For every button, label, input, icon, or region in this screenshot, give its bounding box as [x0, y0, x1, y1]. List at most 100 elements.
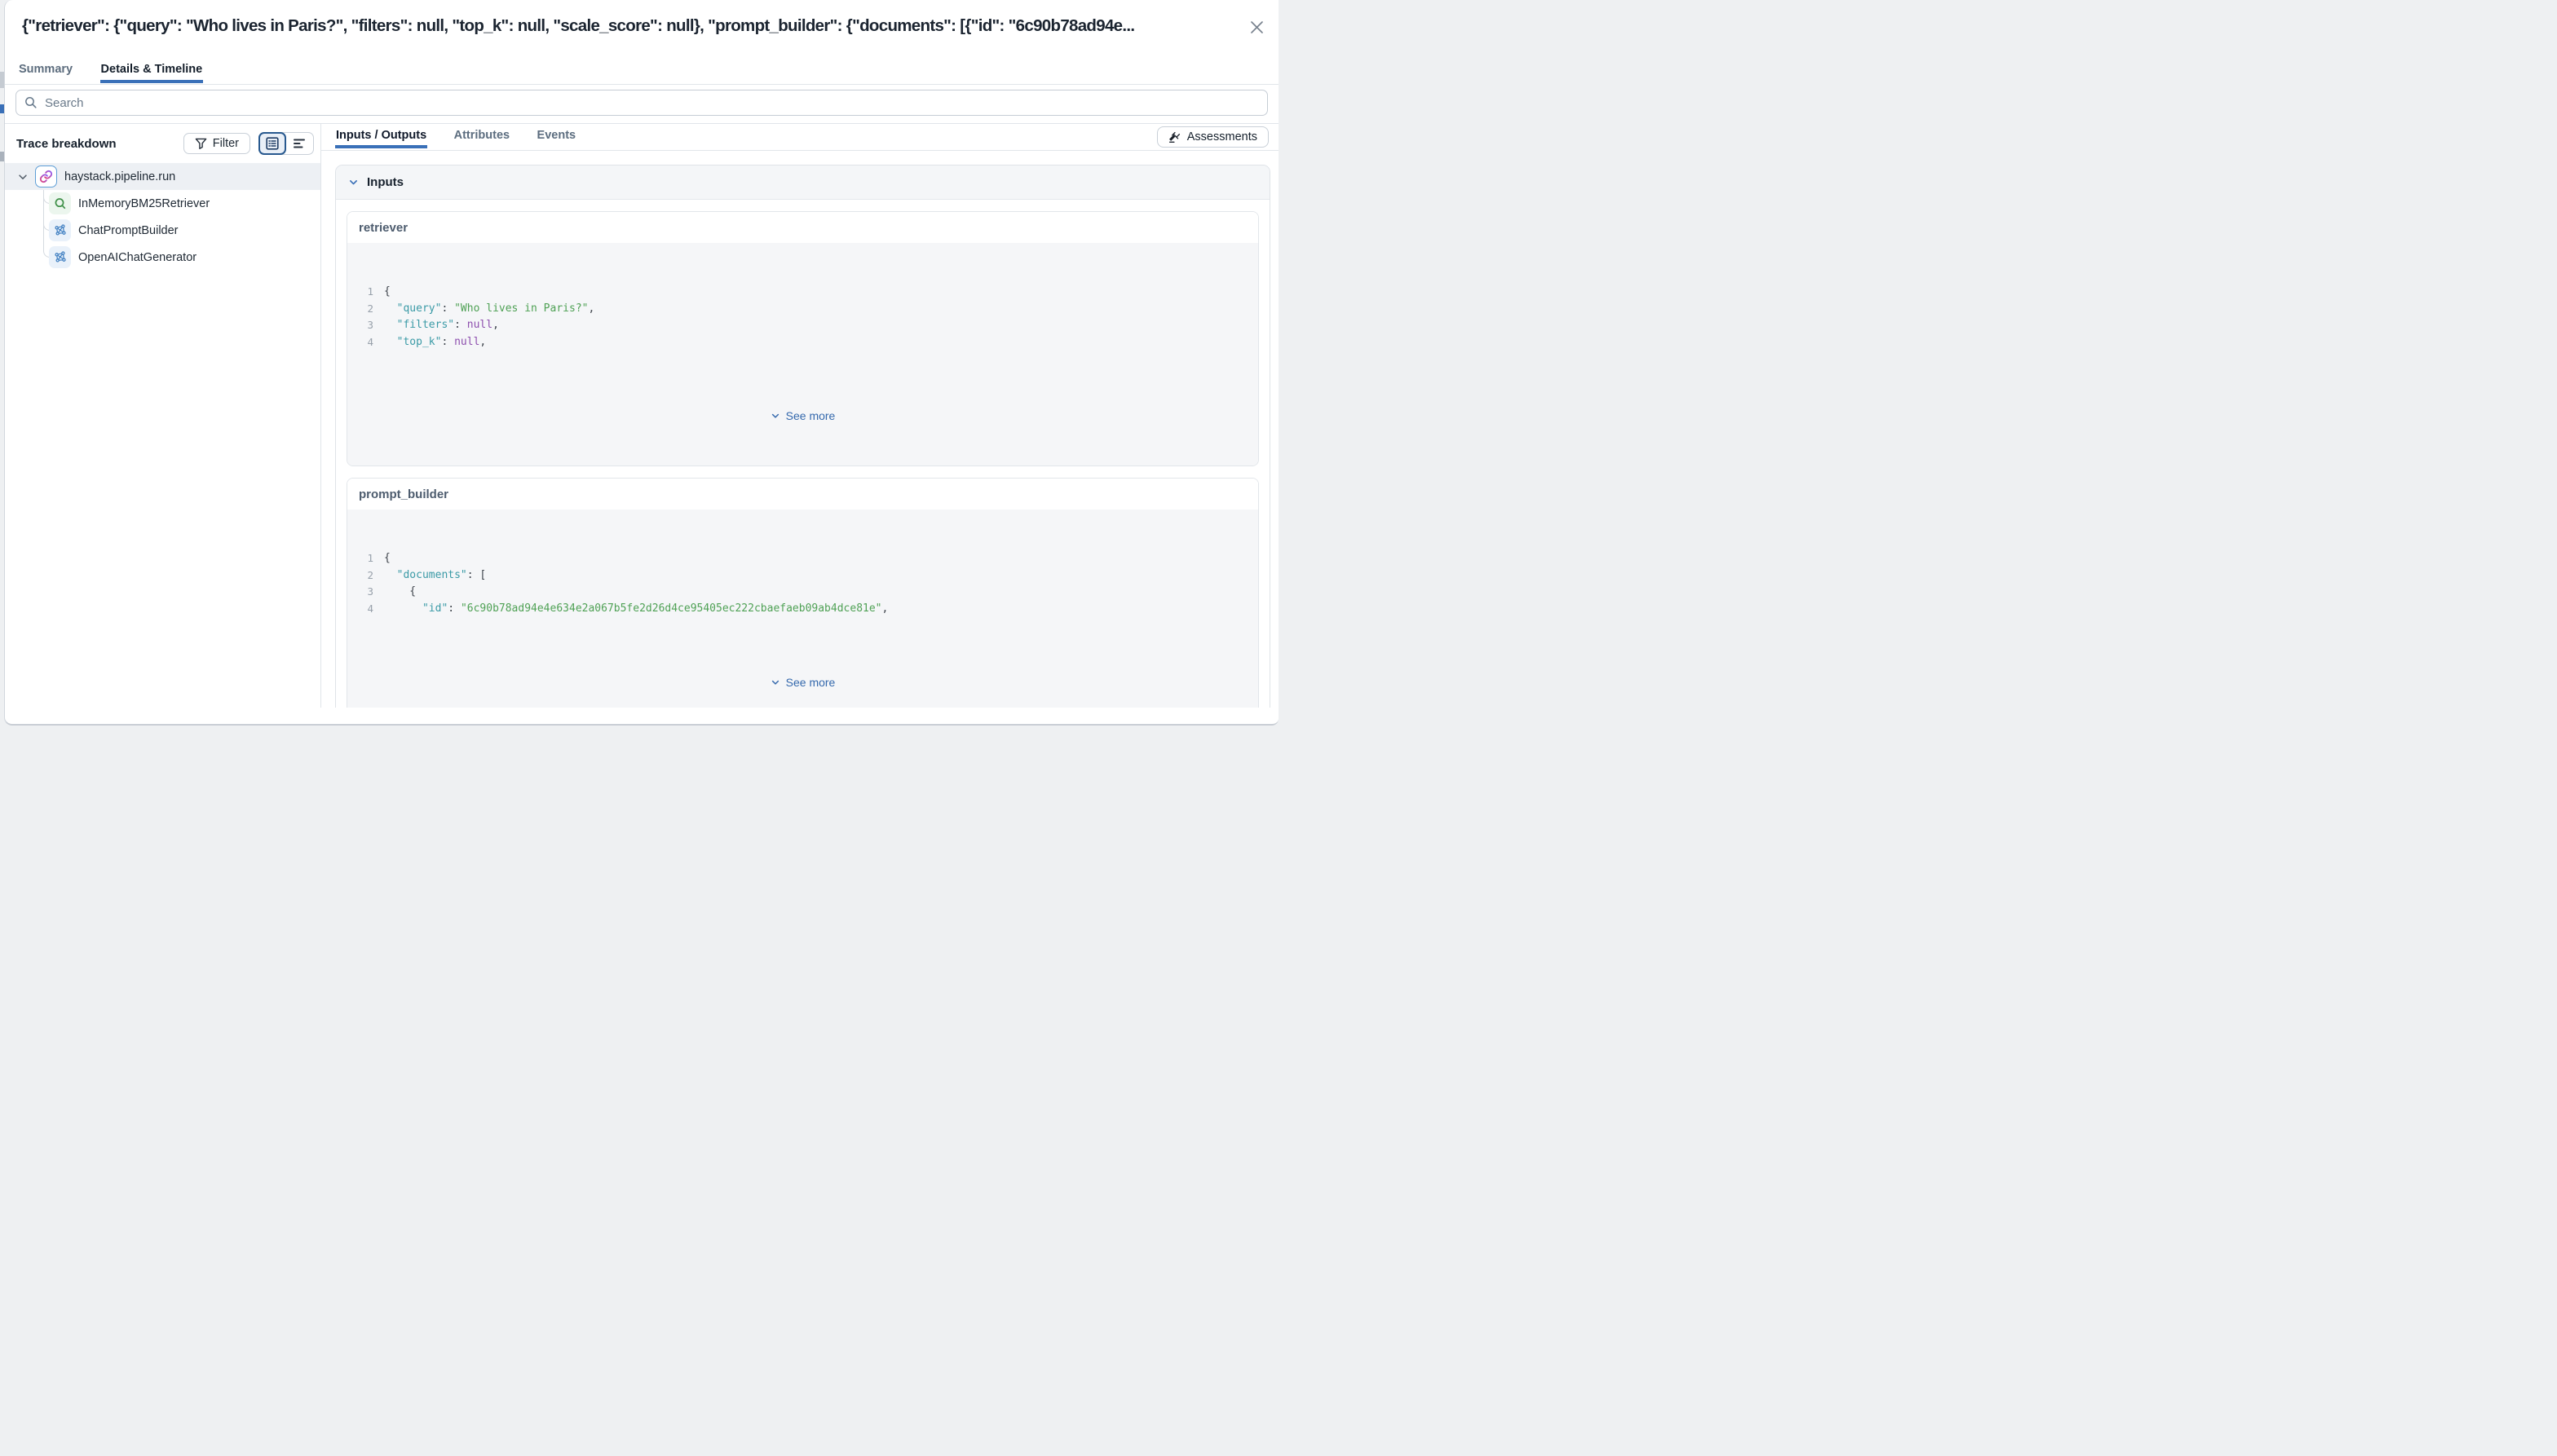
list-view-toggle[interactable]	[258, 132, 286, 155]
filter-button-label: Filter	[213, 137, 239, 150]
code-token: "id"	[384, 601, 448, 618]
tree-row-label: OpenAIChatGenerator	[78, 251, 197, 264]
code-token: ,	[588, 301, 594, 318]
code-token: null	[454, 334, 479, 351]
pipeline-span-icon-box	[35, 165, 57, 188]
line-number: 4	[347, 601, 373, 618]
tab-inputs-outputs[interactable]: Inputs / Outputs	[335, 124, 427, 148]
trace-breakdown-panel: Trace breakdown Filter	[5, 124, 321, 708]
code-token: "documents"	[384, 567, 467, 585]
tree-row-label: ChatPromptBuilder	[78, 224, 179, 237]
line-number: 3	[347, 317, 373, 334]
chevron-down-icon	[771, 411, 780, 421]
tab-summary[interactable]: Summary	[18, 57, 73, 83]
code-token: {	[384, 284, 391, 301]
search-icon	[24, 96, 38, 109]
code-line: 1{	[347, 550, 1258, 567]
funnel-icon	[195, 138, 207, 150]
code-token: ,	[882, 601, 889, 618]
trace-tree: haystack.pipeline.run InMemoryBM25Retrie…	[5, 163, 320, 271]
json-code-block: 1{2 "documents": [3 {4 "id": "6c90b78ad9…	[347, 510, 1258, 708]
modal-title: {"retriever": {"query": "Who lives in Pa…	[22, 16, 1236, 36]
code-line: 3 "filters": null,	[347, 317, 1258, 334]
tab-attributes[interactable]: Attributes	[453, 124, 510, 148]
code-token: ,	[492, 317, 499, 334]
tree-row-prompt-builder[interactable]: ChatPromptBuilder	[5, 217, 320, 244]
tree-row-label: InMemoryBM25Retriever	[78, 197, 210, 210]
search-box[interactable]	[15, 90, 1268, 116]
code-token: "6c90b78ad94e4e634e2a067b5fe2d26d4ce9540…	[461, 601, 882, 618]
inputs-outputs-content: Inputs retriever 1{2 "query": "Who lives…	[321, 151, 1278, 708]
span-detail-panel: Inputs / Outputs Attributes Events Asses…	[321, 124, 1278, 708]
tree-row-label: haystack.pipeline.run	[64, 170, 175, 183]
code-line: 4 "id": "6c90b78ad94e4e634e2a067b5fe2d26…	[347, 601, 1258, 618]
code-token: "filters"	[384, 317, 454, 334]
list-view-icon	[266, 137, 279, 150]
code-token: : [	[467, 567, 486, 585]
chat-generator-span-icon-box	[49, 246, 71, 268]
code-line: 2 "documents": [	[347, 567, 1258, 585]
see-more-link[interactable]: See more	[347, 668, 1258, 699]
waterfall-view-toggle[interactable]	[285, 133, 313, 154]
line-number: 4	[347, 334, 373, 351]
code-line: 1{	[347, 284, 1258, 301]
see-more-link[interactable]: See more	[347, 401, 1258, 433]
chevron-down-icon[interactable]	[17, 171, 29, 183]
input-card-retriever: retriever 1{2 "query": "Who lives in Par…	[347, 211, 1259, 466]
retriever-span-icon-box	[49, 192, 71, 214]
modal-header: {"retriever": {"query": "Who lives in Pa…	[5, 0, 1278, 57]
modal-tab-bar: Summary Details & Timeline	[5, 57, 1278, 85]
line-number: 3	[347, 584, 373, 601]
json-code-block: 1{2 "query": "Who lives in Paris?",3 "fi…	[347, 243, 1258, 465]
card-title: prompt_builder	[347, 479, 1258, 510]
code-token: "top_k"	[384, 334, 441, 351]
card-title: retriever	[347, 212, 1258, 243]
network-icon	[53, 250, 67, 264]
assessments-button-label: Assessments	[1187, 130, 1257, 143]
tab-details-timeline[interactable]: Details & Timeline	[100, 57, 204, 83]
copy-icon[interactable]	[1231, 250, 1248, 267]
trace-detail-modal: {"retriever": {"query": "Who lives in Pa…	[4, 0, 1278, 726]
code-token: "query"	[384, 301, 441, 318]
tree-row-chat-generator[interactable]: OpenAIChatGenerator	[5, 244, 320, 271]
assessments-button[interactable]: Assessments	[1157, 126, 1269, 148]
code-line: 4 "top_k": null,	[347, 334, 1258, 351]
inputs-section-title: Inputs	[367, 175, 404, 189]
code-token: :	[441, 334, 454, 351]
copy-icon[interactable]	[1231, 517, 1248, 533]
code-token: {	[384, 584, 416, 601]
code-line: 3 {	[347, 584, 1258, 601]
search-row	[5, 85, 1278, 124]
close-icon[interactable]	[1246, 16, 1267, 38]
code-token: :	[448, 601, 461, 618]
waterfall-view-icon	[293, 137, 306, 150]
detail-tab-bar: Inputs / Outputs Attributes Events Asses…	[321, 124, 1278, 151]
line-number: 2	[347, 301, 373, 318]
code-line: 2 "query": "Who lives in Paris?",	[347, 301, 1258, 318]
chevron-down-icon	[771, 677, 780, 687]
chevron-down-icon	[348, 177, 359, 188]
filter-button[interactable]: Filter	[183, 133, 250, 154]
code-token: {	[384, 550, 391, 567]
search-icon	[54, 197, 67, 210]
prompt-builder-span-icon-box	[49, 219, 71, 241]
inputs-section-header[interactable]: Inputs	[336, 165, 1270, 200]
line-number: 1	[347, 284, 373, 301]
link-icon	[39, 170, 53, 183]
gavel-icon	[1168, 131, 1181, 143]
view-toggle-group	[258, 132, 314, 155]
code-token: :	[441, 301, 454, 318]
inputs-section: Inputs retriever 1{2 "query": "Who lives…	[335, 165, 1270, 708]
tab-events[interactable]: Events	[537, 124, 577, 148]
network-icon	[53, 223, 67, 237]
code-token: "Who lives in Paris?"	[454, 301, 588, 318]
search-input[interactable]	[45, 96, 1259, 110]
line-number: 2	[347, 567, 373, 585]
code-token: :	[454, 317, 467, 334]
tree-row-retriever[interactable]: InMemoryBM25Retriever	[5, 190, 320, 217]
tree-row-pipeline-run[interactable]: haystack.pipeline.run	[5, 163, 320, 190]
trace-breakdown-title: Trace breakdown	[16, 137, 183, 151]
line-number: 1	[347, 550, 373, 567]
code-token: null	[467, 317, 492, 334]
code-token: ,	[479, 334, 486, 351]
